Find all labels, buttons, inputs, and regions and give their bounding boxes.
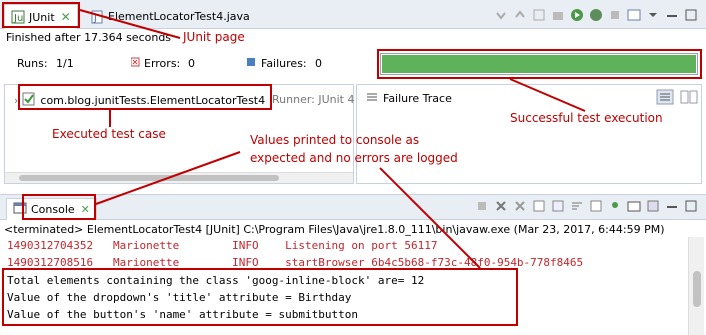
console-tab-arrow	[95, 151, 241, 205]
console-output-arrow	[379, 167, 481, 269]
progress-arrow	[509, 78, 586, 112]
junit-page-arrow	[79, 9, 181, 39]
annotation-arrows	[79, 9, 586, 269]
